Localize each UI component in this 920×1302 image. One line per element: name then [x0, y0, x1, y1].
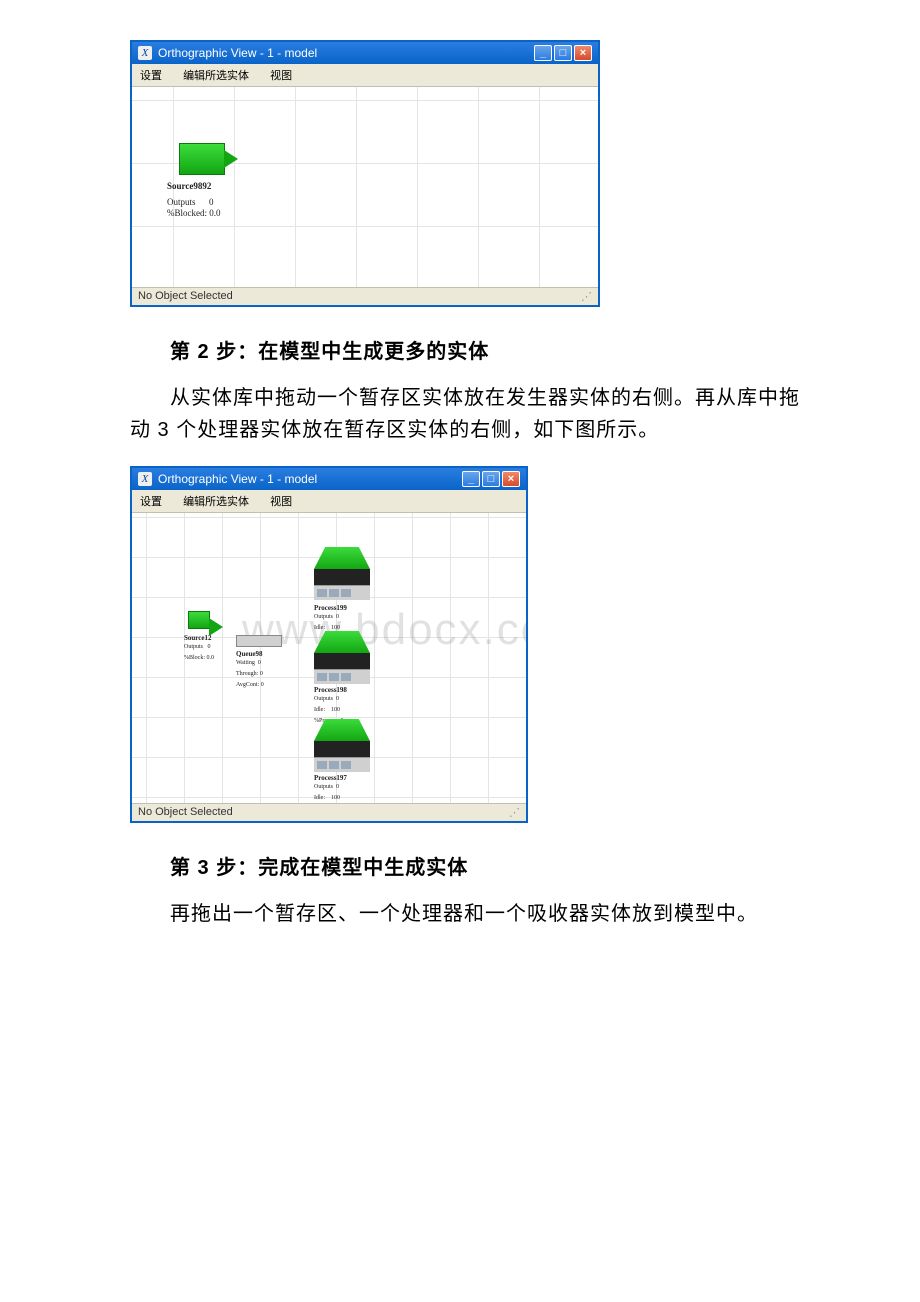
menu-edit-entity[interactable]: 编辑所选实体 — [183, 70, 249, 82]
step2-paragraph: 从实体库中拖动一个暂存区实体放在发生器实体的右侧。再从库中拖动 3 个处理器实体… — [130, 382, 810, 446]
source-label: Source9892 — [167, 181, 211, 192]
menu-settings[interactable]: 设置 — [140, 70, 162, 82]
source-stats: Outputs 0 %Blocked: 0.0 — [167, 197, 221, 219]
app-icon: X — [138, 46, 152, 60]
menu-edit-entity[interactable]: 编辑所选实体 — [183, 496, 249, 508]
minimize-button[interactable]: _ — [462, 471, 480, 487]
maximize-button[interactable]: □ — [482, 471, 500, 487]
status-text: No Object Selected — [138, 290, 233, 303]
ortho-window-1: X Orthographic View - 1 - model _ □ × 设置… — [130, 40, 600, 307]
menubar[interactable]: 设置 编辑所选实体 视图 — [132, 64, 598, 87]
step3-heading: 第 3 步：完成在模型中生成实体 — [170, 851, 810, 880]
menubar[interactable]: 设置 编辑所选实体 视图 — [132, 490, 526, 513]
model-canvas[interactable]: Source9892 Outputs 0 %Blocked: 0.0 — [132, 87, 598, 287]
proc3-stats: Outputs 0 Idle: 100 %Process: 0 — [314, 782, 344, 803]
source-stats: Outputs 0 %Block: 0.0 — [184, 642, 214, 664]
source-entity[interactable] — [179, 143, 225, 175]
statusbar: No Object Selected ⋰ — [132, 287, 598, 305]
maximize-button[interactable]: □ — [554, 45, 572, 61]
ortho-window-2: X Orthographic View - 1 - model _ □ × 设置… — [130, 466, 528, 823]
close-button[interactable]: × — [574, 45, 592, 61]
processor-entity-3[interactable] — [314, 719, 370, 772]
source-entity[interactable] — [188, 611, 210, 629]
titlebar[interactable]: X Orthographic View - 1 - model _ □ × — [132, 42, 598, 64]
statusbar: No Object Selected ⋰ — [132, 803, 526, 821]
minimize-button[interactable]: _ — [534, 45, 552, 61]
processor-entity-1[interactable] — [314, 547, 370, 600]
close-button[interactable]: × — [502, 471, 520, 487]
queue-stats: Waiting 0 Through: 0 AvgCont: 0 — [236, 658, 264, 691]
menu-settings[interactable]: 设置 — [140, 496, 162, 508]
processor-entity-2[interactable] — [314, 631, 370, 684]
app-icon: X — [138, 472, 152, 486]
status-text: No Object Selected — [138, 806, 233, 819]
queue-entity[interactable] — [236, 635, 282, 647]
resize-grip-icon[interactable]: ⋰ — [581, 290, 592, 303]
model-canvas[interactable]: www.bdocx.com Source12 Outputs 0 %Block:… — [132, 513, 526, 803]
step2-heading: 第 2 步：在模型中生成更多的实体 — [170, 335, 810, 364]
titlebar[interactable]: X Orthographic View - 1 - model _ □ × — [132, 468, 526, 490]
watermark: www.bdocx.com — [242, 605, 526, 655]
resize-grip-icon[interactable]: ⋰ — [509, 806, 520, 819]
step3-paragraph: 再拖出一个暂存区、一个处理器和一个吸收器实体放到模型中。 — [130, 898, 810, 930]
window-title: Orthographic View - 1 - model — [158, 46, 317, 60]
menu-view[interactable]: 视图 — [270, 496, 292, 508]
menu-view[interactable]: 视图 — [270, 70, 292, 82]
window-title: Orthographic View - 1 - model — [158, 472, 317, 486]
